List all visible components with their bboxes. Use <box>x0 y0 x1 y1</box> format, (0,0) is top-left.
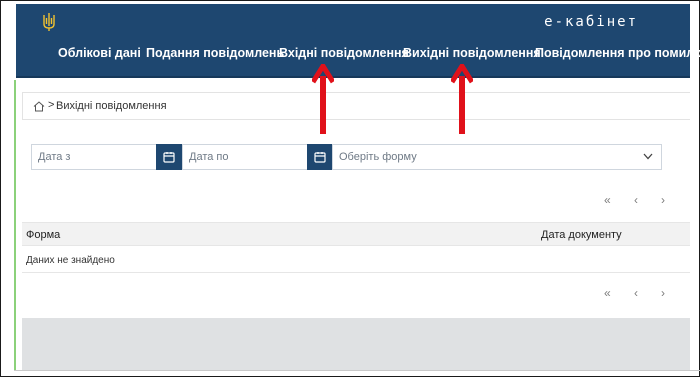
annotation-arrow-incoming <box>312 64 334 134</box>
chevron-down-icon <box>643 153 653 160</box>
annotation-arrow-outgoing <box>451 64 473 134</box>
pager-next-button[interactable]: › <box>661 193 665 207</box>
pager-prev-button[interactable]: ‹ <box>634 193 638 207</box>
breadcrumb-separator: > <box>48 99 55 111</box>
home-icon[interactable] <box>33 101 45 112</box>
breadcrumb: > Вихідні повідомлення <box>22 92 690 120</box>
date-to-field[interactable]: Дата по <box>182 144 308 170</box>
form-select-placeholder: Оберіть форму <box>339 151 417 163</box>
main-nav: Облікові дані Подання повідомлень Вхідні… <box>16 46 700 66</box>
nav-item-submit-messages[interactable]: Подання повідомлень <box>146 46 284 60</box>
table-header: Форма Дата документу <box>22 222 690 246</box>
date-from-calendar-button[interactable] <box>156 144 182 170</box>
pager-first-button[interactable]: « <box>604 193 611 207</box>
column-header-document-date[interactable]: Дата документу <box>541 229 622 241</box>
pager-prev-button-bottom[interactable]: ‹ <box>634 286 638 300</box>
nav-item-error-report[interactable]: Повідомлення про помилку <box>535 46 700 60</box>
breadcrumb-current: Вихідні повідомлення <box>56 100 167 112</box>
trident-icon <box>43 13 55 31</box>
left-accent-line <box>14 80 16 370</box>
bottom-divider <box>14 370 700 371</box>
date-to-calendar-button[interactable] <box>307 144 333 170</box>
form-select[interactable]: Оберіть форму <box>332 144 662 170</box>
nav-item-account-data[interactable]: Облікові дані <box>58 46 141 60</box>
brand-title: е-кабінет <box>544 14 638 30</box>
table-row: Даних не знайдено <box>22 247 690 273</box>
nav-item-incoming-messages[interactable]: Вхідні повідомлення <box>279 46 409 60</box>
page-footer <box>22 318 690 370</box>
nav-item-outgoing-messages[interactable]: Вихідні повідомлення <box>403 46 541 60</box>
empty-message: Даних не знайдено <box>26 255 115 266</box>
calendar-icon <box>163 152 175 163</box>
pager-next-button-bottom[interactable]: › <box>661 286 665 300</box>
date-from-field[interactable]: Дата з <box>31 144 157 170</box>
site-header: е-кабінет Облікові дані Подання повідомл… <box>16 4 700 78</box>
calendar-icon <box>314 152 326 163</box>
pager-first-button-bottom[interactable]: « <box>604 286 611 300</box>
column-header-form[interactable]: Форма <box>26 229 60 241</box>
